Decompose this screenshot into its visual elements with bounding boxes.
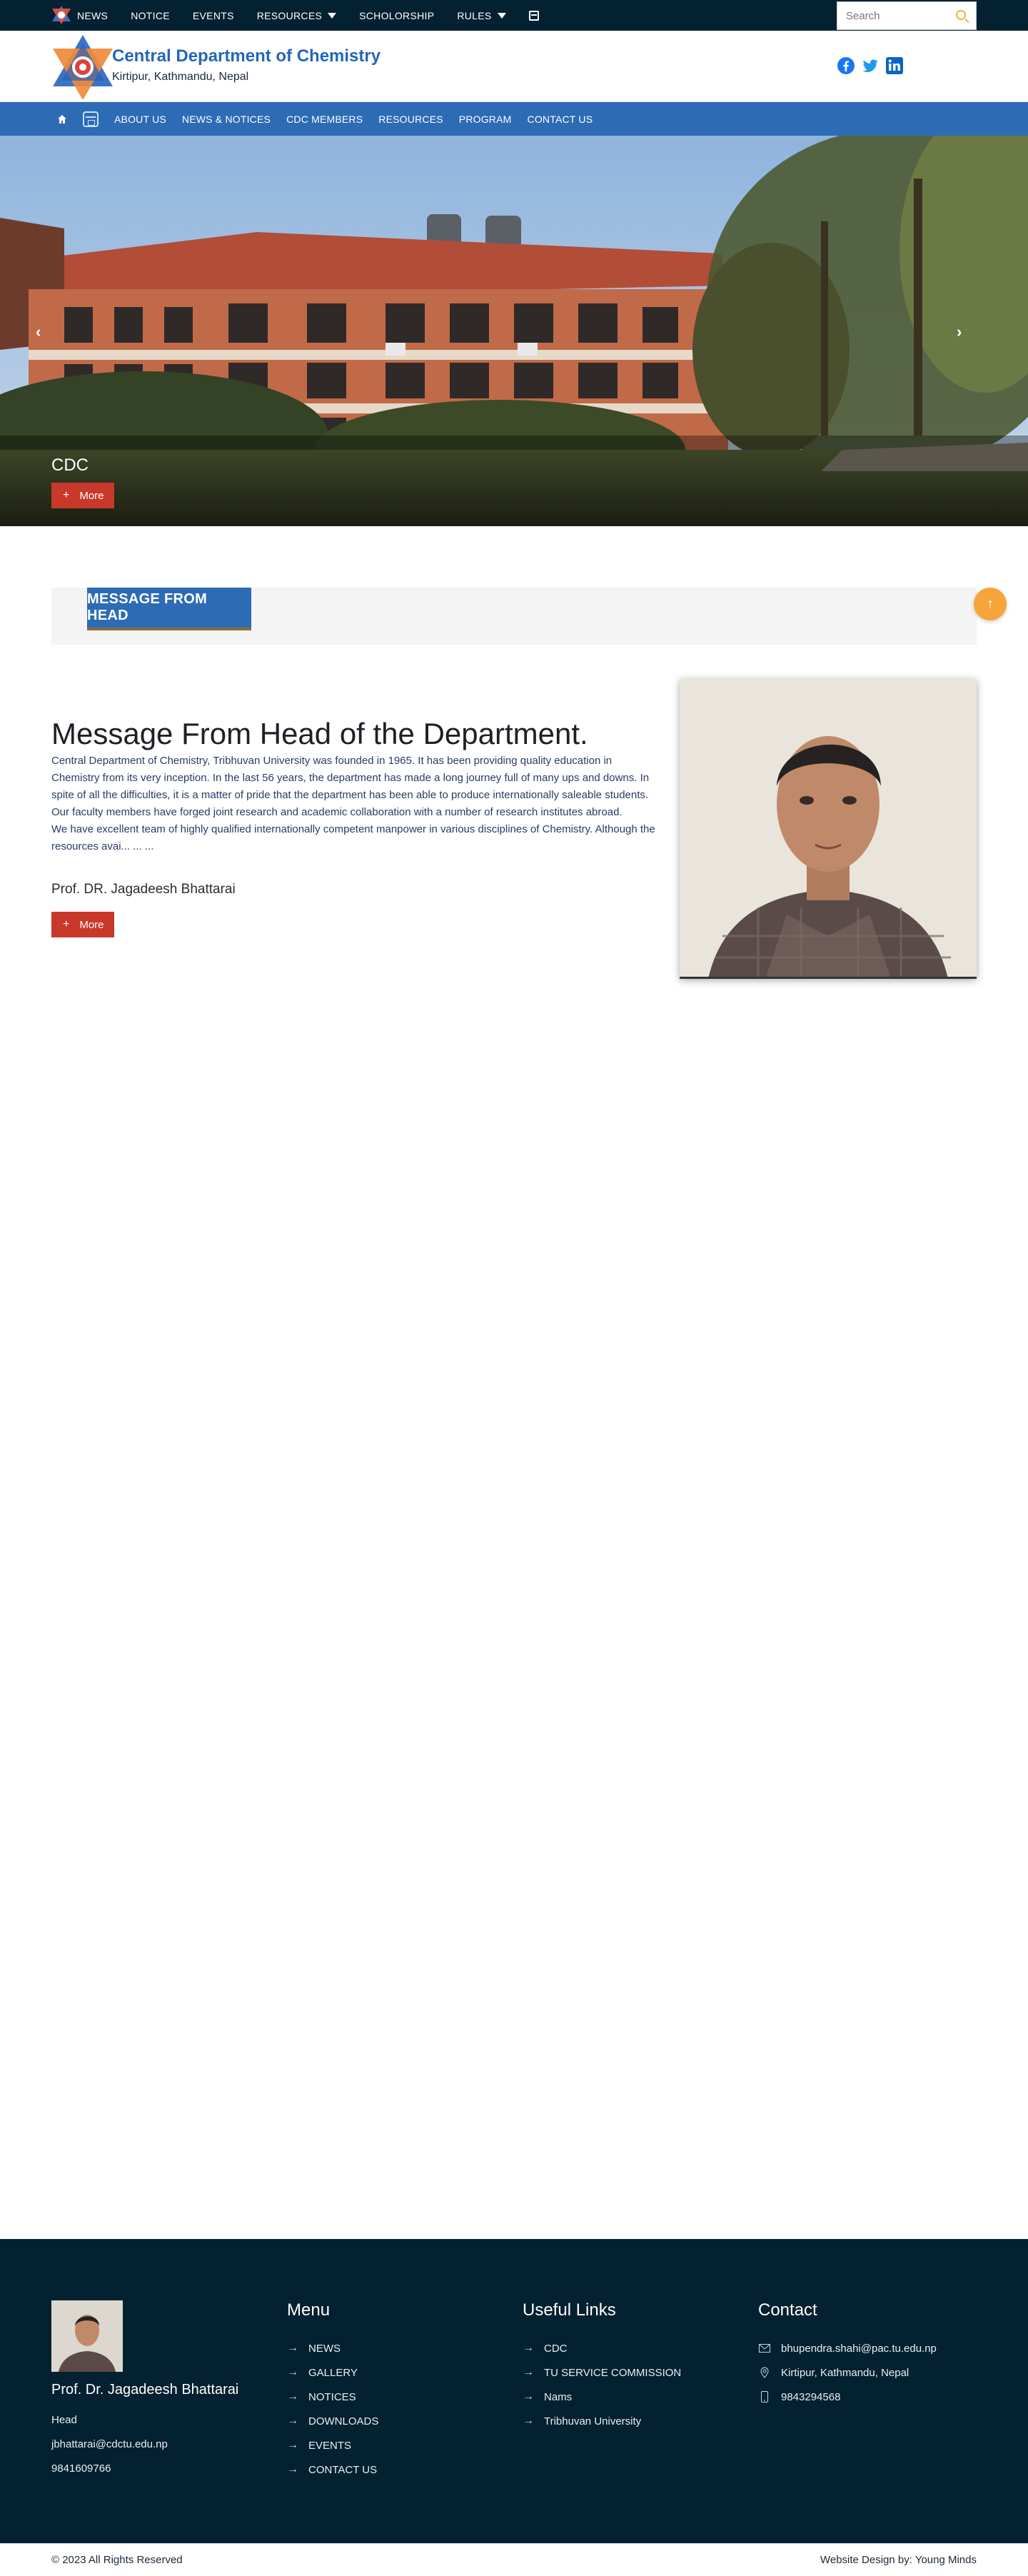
footer-useful-heading: Useful Links xyxy=(523,2300,616,2320)
top-nav-notice[interactable]: NOTICE xyxy=(131,10,181,21)
arrow-right-icon: → xyxy=(287,2342,298,2354)
linkedin-icon[interactable] xyxy=(885,56,904,75)
message-signature: Prof. DR. Jagadeesh Bhattarai xyxy=(51,882,236,897)
calendar-icon[interactable] xyxy=(83,111,99,127)
hero-carousel: CDC + More ‹ › xyxy=(0,136,1028,526)
hero-more-button[interactable]: + More xyxy=(51,483,114,508)
top-nav-resources[interactable]: RESOURCES xyxy=(257,10,348,21)
footer-menu-list: → NEWS → GALLERY → NOTICES → DOWNLOADS → EVEN… xyxy=(287,2336,378,2482)
arrow-right-icon: → xyxy=(523,2366,534,2378)
twitter-icon[interactable] xyxy=(861,56,880,75)
message-more-button[interactable]: + More xyxy=(51,912,114,937)
arrow-right-icon: → xyxy=(287,2439,298,2451)
arrow-right-icon: → xyxy=(523,2390,534,2403)
top-nav: NEWS NOTICE EVENTS RESOURCES SCHOLORSHIP… xyxy=(77,0,562,31)
top-nav-events[interactable]: EVENTS xyxy=(193,10,246,21)
footer-menu-heading: Menu xyxy=(287,2300,331,2320)
nav-resources[interactable]: RESOURCES xyxy=(378,114,443,125)
site-header: Central Department of Chemistry Kirtipur… xyxy=(0,31,1028,102)
top-nav-rules[interactable]: RULES xyxy=(457,10,517,21)
hero-caption-backdrop xyxy=(0,436,1028,526)
search-icon[interactable] xyxy=(956,10,966,20)
site-title[interactable]: Central Department of Chemistry xyxy=(112,46,381,66)
copyright-bar: © 2023 All Rights Reserved Website Desig… xyxy=(0,2543,1028,2576)
department-logo[interactable] xyxy=(51,34,114,101)
footer-head-role: Head xyxy=(51,2414,77,2426)
carousel-prev-icon[interactable]: ‹ xyxy=(36,323,41,341)
head-portrait xyxy=(680,679,977,979)
footer-menu-item[interactable]: → EVENTS xyxy=(287,2433,378,2457)
footer-head-photo xyxy=(51,2300,123,2372)
footer-contact-address: Kirtipur, Kathmandu, Nepal xyxy=(758,2360,937,2385)
arrow-right-icon: → xyxy=(523,2342,534,2354)
plus-icon: + xyxy=(63,918,70,930)
envelope-icon xyxy=(758,2344,771,2353)
arrow-right-icon: → xyxy=(287,2366,298,2378)
section-tag: MESSAGE FROM HEAD xyxy=(87,588,251,630)
calendar-icon xyxy=(528,10,539,21)
facebook-icon[interactable] xyxy=(837,56,855,75)
carousel-next-icon[interactable]: › xyxy=(957,323,962,341)
nav-about-us[interactable]: ABOUT US xyxy=(114,114,166,125)
caret-down-icon xyxy=(497,12,506,19)
footer-head-phone: 9841609766 xyxy=(51,2462,111,2475)
search-input[interactable] xyxy=(837,9,944,22)
design-credit-link[interactable]: Website Design by: Young Minds xyxy=(820,2554,977,2566)
site-footer: Prof. Dr. Jagadeesh Bhattarai Head jbhat… xyxy=(0,2239,1028,2543)
message-paragraph: We have excellent team of highly qualifi… xyxy=(51,823,655,852)
footer-useful-list: → CDC → TU SERVICE COMMISSION → Nams → Tribh… xyxy=(523,2336,681,2433)
section-header-band: MESSAGE FROM HEAD xyxy=(51,588,977,645)
arrow-up-icon: ↑ xyxy=(987,595,994,612)
footer-useful-link[interactable]: → Nams xyxy=(523,2385,681,2409)
top-nav-calendar[interactable] xyxy=(528,10,550,21)
nav-cdc-members[interactable]: CDC MEMBERS xyxy=(286,114,363,125)
footer-contact-email[interactable]: bhupendra.shahi@pac.tu.edu.np xyxy=(758,2336,937,2360)
nav-news-notices[interactable]: NEWS & NOTICES xyxy=(182,114,271,125)
plus-icon: + xyxy=(63,489,70,501)
social-links xyxy=(837,56,904,75)
site-subtitle: Kirtipur, Kathmandu, Nepal xyxy=(112,71,249,83)
footer-menu-item[interactable]: → GALLERY xyxy=(287,2360,378,2385)
home-icon[interactable] xyxy=(57,114,67,124)
message-paragraph: Central Department of Chemistry, Tribhuv… xyxy=(51,755,650,818)
location-pin-icon xyxy=(758,2367,771,2378)
footer-contact-phone[interactable]: 9843294568 xyxy=(758,2385,937,2409)
top-nav-news[interactable]: NEWS xyxy=(77,10,119,21)
footer-useful-link[interactable]: → TU SERVICE COMMISSION xyxy=(523,2360,681,2385)
message-body: Central Department of Chemistry, Tribhuv… xyxy=(51,753,658,855)
footer-useful-link[interactable]: → CDC xyxy=(523,2336,681,2360)
arrow-right-icon: → xyxy=(523,2415,534,2427)
search-box xyxy=(837,1,977,30)
copyright-text: © 2023 All Rights Reserved xyxy=(51,2554,183,2566)
footer-useful-link[interactable]: → Tribhuvan University xyxy=(523,2409,681,2433)
footer-head-email[interactable]: jbhattarai@cdctu.edu.np xyxy=(51,2438,168,2450)
main-nav: ABOUT US NEWS & NOTICES CDC MEMBERS RESO… xyxy=(0,102,1028,136)
footer-menu-item[interactable]: → NEWS xyxy=(287,2336,378,2360)
caret-down-icon xyxy=(328,12,337,19)
university-logo-icon[interactable] xyxy=(51,5,71,25)
arrow-right-icon: → xyxy=(287,2390,298,2403)
arrow-right-icon: → xyxy=(287,2415,298,2427)
top-nav-scholorship[interactable]: SCHOLORSHIP xyxy=(359,10,445,21)
footer-contact-heading: Contact xyxy=(758,2300,817,2320)
footer-head-name: Prof. Dr. Jagadeesh Bhattarai xyxy=(51,2382,239,2398)
scroll-to-top-button[interactable]: ↑ xyxy=(974,588,1007,620)
footer-menu-item[interactable]: → NOTICES xyxy=(287,2385,378,2409)
footer-menu-item[interactable]: → DOWNLOADS xyxy=(287,2409,378,2433)
arrow-right-icon: → xyxy=(287,2463,298,2475)
mobile-phone-icon xyxy=(758,2391,771,2403)
nav-program[interactable]: PROGRAM xyxy=(459,114,512,125)
footer-menu-item[interactable]: → CONTACT US xyxy=(287,2457,378,2482)
top-bar: NEWS NOTICE EVENTS RESOURCES SCHOLORSHIP… xyxy=(0,0,1028,31)
nav-contact-us[interactable]: CONTACT US xyxy=(528,114,593,125)
message-title: Message From Head of the Department. xyxy=(51,717,588,750)
footer-contact-list: bhupendra.shahi@pac.tu.edu.np Kirtipur, … xyxy=(758,2336,937,2409)
hero-caption: CDC xyxy=(51,456,89,475)
